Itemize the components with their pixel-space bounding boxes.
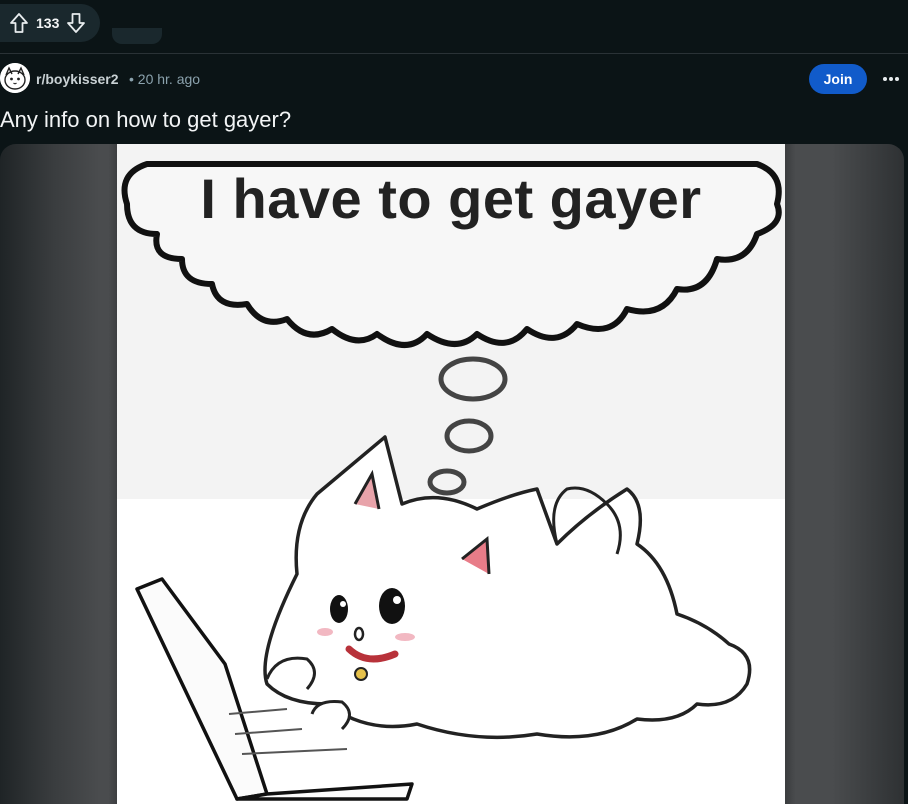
subreddit-avatar[interactable] — [0, 63, 30, 93]
join-button[interactable]: Join — [809, 64, 867, 94]
speech-text: I have to get gayer — [200, 167, 702, 230]
post-title[interactable]: Any info on how to get gayer? — [0, 107, 291, 133]
vote-bar: 133 — [0, 4, 100, 42]
vote-count: 133 — [36, 15, 60, 31]
subreddit-link[interactable]: r/boykisser2 — [36, 71, 119, 87]
post-time: • 20 hr. ago — [129, 71, 201, 87]
post-image[interactable]: I have to get gayer — [117, 144, 785, 804]
action-pill[interactable] — [112, 28, 162, 44]
divider — [0, 53, 908, 54]
top-strip: 133 — [0, 0, 908, 52]
arrow-up-icon[interactable] — [8, 11, 30, 35]
arrow-down-icon[interactable] — [65, 11, 87, 35]
post-media[interactable]: I have to get gayer — [0, 144, 904, 804]
cat-illustration — [117, 144, 785, 804]
ellipsis-icon[interactable] — [876, 64, 906, 94]
post-header: r/boykisser2 • 20 hr. ago Join — [0, 62, 908, 98]
